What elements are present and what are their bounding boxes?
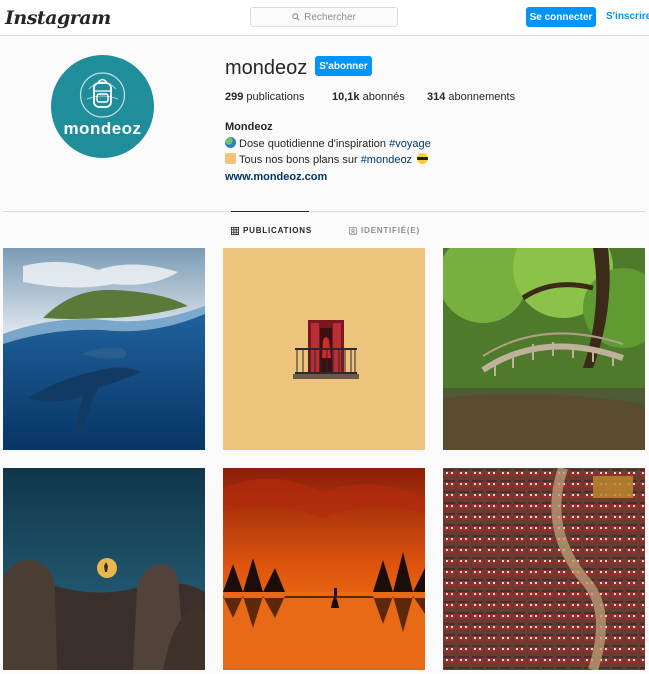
profile-website-link[interactable]: www.mondeoz.com — [225, 169, 431, 186]
profile-username: mondeoz — [225, 57, 308, 79]
profile-avatar[interactable]: mondeoz — [51, 55, 154, 158]
search-input[interactable]: Rechercher — [250, 7, 398, 27]
tab-publications-label: PUBLICATIONS — [243, 226, 313, 235]
tab-tagged-label: IDENTIFIÉ(E) — [361, 226, 420, 235]
signup-link[interactable]: S'inscrire — [606, 11, 649, 22]
tagged-icon — [349, 226, 357, 235]
tab-publications[interactable]: PUBLICATIONS — [231, 226, 312, 235]
stat-following[interactable]: 314 abonnements — [427, 91, 515, 103]
bio-line-1-text: Dose quotidienne d'inspiration — [239, 137, 390, 150]
post-thumbnail[interactable] — [443, 468, 645, 670]
grid-icon — [231, 226, 239, 235]
stat-followers-count: 10,1k — [332, 91, 360, 103]
follow-button[interactable]: S'abonner — [315, 56, 372, 76]
red-houses-hillside-image — [443, 468, 645, 670]
balcony-yellow-wall-image — [223, 248, 425, 450]
whale-underwater-image — [3, 248, 205, 450]
forest-bridge-image — [443, 248, 645, 450]
globe-emoji-icon — [225, 136, 236, 148]
orange-sunset-lake-image — [223, 468, 425, 670]
active-tab-indicator — [231, 211, 309, 212]
post-thumbnail[interactable] — [223, 468, 425, 670]
stat-publications-label: publications — [246, 91, 305, 103]
post-thumbnail[interactable] — [443, 248, 645, 450]
tab-tagged[interactable]: IDENTIFIÉ(E) — [349, 226, 420, 235]
stat-publications-count: 299 — [225, 91, 244, 103]
search-placeholder: Rechercher — [304, 11, 356, 23]
bio-line-2: Tous nos bons plans sur #mondeoz — [225, 152, 431, 169]
avatar-brand-text: mondeoz — [63, 119, 142, 138]
bio-line-2-text: Tous nos bons plans sur — [239, 154, 361, 166]
hashtag-mondeoz-link[interactable]: #mondeoz — [361, 154, 412, 166]
stat-following-label: abonnements — [448, 91, 516, 103]
moon-rocks-image — [3, 468, 205, 670]
post-thumbnail[interactable] — [3, 248, 205, 450]
stat-publications: 299 publications — [225, 91, 305, 103]
tabs-divider — [3, 211, 646, 212]
profile-full-name: Mondeoz — [225, 121, 273, 133]
stat-following-count: 314 — [427, 91, 446, 103]
post-thumbnail[interactable] — [3, 468, 205, 670]
pointing-hand-emoji-icon — [225, 153, 236, 164]
stat-followers[interactable]: 10,1k abonnés — [332, 91, 405, 103]
profile-bio: Mondeoz Dose quotidienne d'inspiration #… — [225, 119, 431, 185]
search-icon — [292, 13, 300, 21]
instagram-logo[interactable]: Instagram — [5, 7, 111, 29]
stat-followers-label: abonnés — [362, 91, 405, 103]
hashtag-voyage-link[interactable]: #voyage — [389, 138, 431, 150]
sunglasses-emoji-icon — [417, 153, 429, 164]
bio-line-1: Dose quotidienne d'inspiration #voyage — [225, 136, 431, 153]
backpack-icon — [79, 72, 126, 118]
post-thumbnail[interactable] — [223, 248, 425, 450]
top-navigation-bar: Instagram Rechercher Se connecter S'insc… — [0, 0, 649, 36]
login-button[interactable]: Se connecter — [526, 7, 596, 27]
